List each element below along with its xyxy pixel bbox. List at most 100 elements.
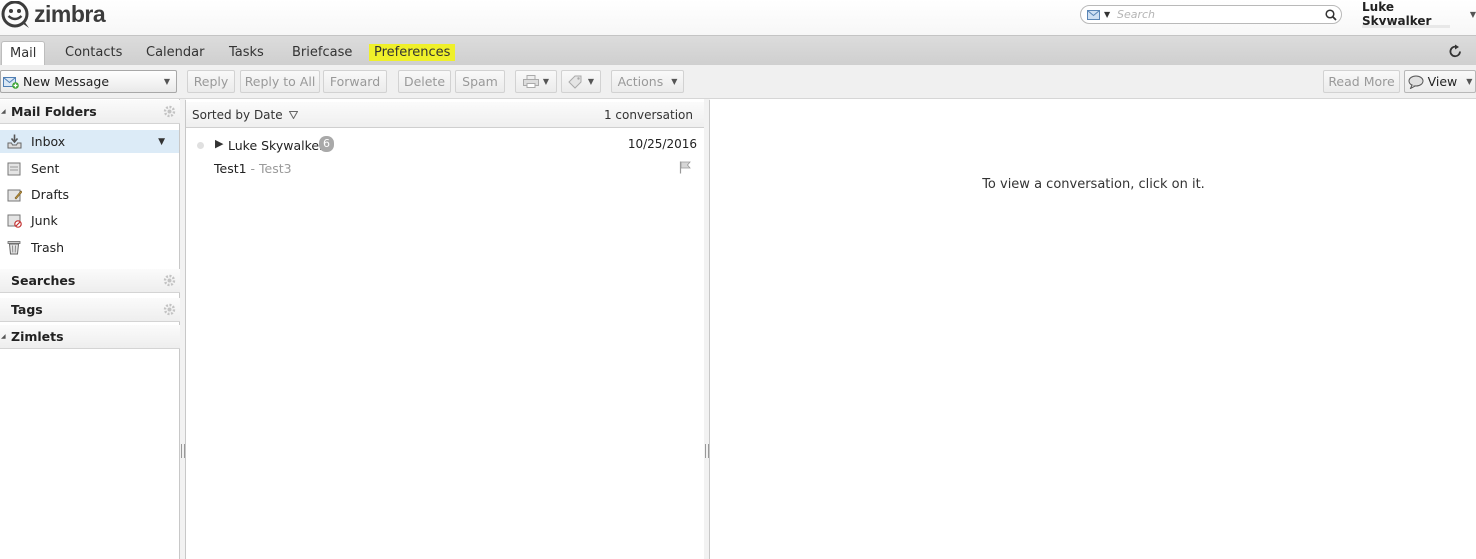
- mail-folders-label: Mail Folders: [11, 104, 97, 119]
- folder-item-trash[interactable]: Trash: [0, 236, 179, 259]
- mail-icon: [1087, 9, 1100, 20]
- top-header: zimbra ▼ Luke Skywalker ▼: [0, 0, 1476, 35]
- reading-pane-empty-message: To view a conversation, click on it.: [982, 177, 1205, 192]
- zimbra-logo[interactable]: zimbra: [0, 0, 106, 30]
- mail-folders-header[interactable]: ◢ Mail Folders: [0, 100, 180, 124]
- junk-icon: [6, 213, 22, 229]
- refresh-icon: [1449, 44, 1461, 57]
- search-scope-dropdown[interactable]: ▼: [1081, 6, 1117, 23]
- folder-label: Junk: [31, 213, 58, 228]
- folder-item-sent[interactable]: Sent: [0, 157, 179, 180]
- chevron-down-icon: ▼: [671, 77, 678, 86]
- new-message-label: New Message: [23, 74, 110, 89]
- view-label: View: [1427, 74, 1458, 89]
- print-button[interactable]: ▼: [515, 70, 557, 93]
- search-box: ▼: [1080, 5, 1342, 24]
- searches-label: Searches: [11, 273, 76, 288]
- reply-label: Reply: [193, 74, 229, 89]
- tab-calendar[interactable]: Calendar: [146, 41, 204, 66]
- spam-button[interactable]: Spam: [455, 70, 505, 93]
- flag-icon[interactable]: [679, 161, 691, 174]
- folder-label: Drafts: [31, 187, 70, 202]
- tab-label: Mail: [10, 46, 37, 61]
- tab-contacts[interactable]: Contacts: [65, 41, 122, 66]
- chevron-down-icon: ▼: [1466, 77, 1473, 86]
- conversation-subject: Test1: [214, 161, 247, 176]
- printer-icon: [522, 75, 539, 88]
- sent-icon: [6, 161, 22, 177]
- chevron-down-icon: ▼: [1469, 9, 1476, 19]
- user-menu[interactable]: Luke Skywalker ▼: [1362, 0, 1476, 28]
- new-message-button[interactable]: New Message ▼: [0, 70, 177, 93]
- tag-button[interactable]: ▼: [561, 70, 601, 93]
- zimlets-header[interactable]: ◢ Zimlets: [0, 325, 180, 349]
- tags-header[interactable]: Tags: [0, 298, 180, 322]
- tab-briefcase[interactable]: Briefcase: [292, 41, 352, 66]
- message-count-badge: 6: [319, 136, 334, 152]
- reply-all-button[interactable]: Reply to All: [240, 70, 320, 93]
- tag-icon: [568, 75, 582, 89]
- tab-label: Calendar: [146, 45, 205, 60]
- search-button[interactable]: [1321, 6, 1341, 23]
- search-icon: [1325, 8, 1337, 21]
- read-status-dot[interactable]: [197, 142, 204, 149]
- user-underline: [1362, 25, 1450, 28]
- speech-bubble-icon: [1408, 75, 1424, 89]
- tags-label: Tags: [11, 302, 43, 317]
- reply-all-label: Reply to All: [244, 74, 316, 89]
- forward-button[interactable]: Forward: [323, 70, 387, 93]
- zimbra-logo-text: zimbra: [34, 0, 106, 27]
- tab-label: Preferences: [369, 44, 456, 61]
- zimbra-logo-icon: [1, 1, 29, 28]
- gear-icon[interactable]: [163, 274, 176, 287]
- drafts-icon: [6, 187, 22, 203]
- delete-label: Delete: [403, 74, 446, 89]
- actions-button[interactable]: Actions ▼: [611, 70, 684, 93]
- tab-label: Briefcase: [292, 45, 353, 60]
- gear-icon[interactable]: [163, 303, 176, 316]
- tab-label: Contacts: [65, 45, 123, 60]
- view-button[interactable]: View ▼: [1404, 70, 1476, 93]
- folder-item-inbox[interactable]: Inbox ▼: [0, 130, 179, 153]
- refresh-button[interactable]: [1446, 42, 1464, 60]
- expand-arrow-icon[interactable]: ▶: [215, 137, 223, 150]
- actions-label: Actions: [617, 74, 664, 89]
- folder-tree-pane: ◢ Mail Folders Inbox ▼ Sent Drafts Junk …: [0, 99, 180, 559]
- spam-label: Spam: [462, 74, 498, 89]
- reply-button[interactable]: Reply: [187, 70, 235, 93]
- tab-mail[interactable]: Mail: [1, 41, 46, 66]
- inbox-icon: [6, 134, 22, 150]
- folder-item-drafts[interactable]: Drafts: [0, 183, 179, 206]
- gear-icon[interactable]: [163, 105, 176, 118]
- list-header: Sorted by Date 1 conversation: [186, 102, 704, 128]
- delete-button[interactable]: Delete: [398, 70, 451, 93]
- zimlets-label: Zimlets: [11, 329, 64, 344]
- searches-header[interactable]: Searches: [0, 269, 180, 293]
- trash-icon: [6, 240, 22, 256]
- collapse-triangle-icon[interactable]: ◢: [0, 333, 10, 340]
- search-input[interactable]: [1117, 7, 1321, 22]
- tab-preferences[interactable]: Preferences: [369, 41, 456, 66]
- sort-descending-icon[interactable]: [288, 110, 298, 119]
- sort-by-date-button[interactable]: Sorted by Date: [192, 108, 283, 122]
- chevron-down-icon: ▼: [163, 77, 170, 86]
- folder-label: Trash: [31, 240, 65, 255]
- message-list-pane: Sorted by Date 1 conversation ▶ Luke Sky…: [185, 100, 705, 559]
- new-message-icon: [3, 76, 19, 89]
- conversation-date: 10/25/2016: [627, 137, 697, 151]
- chevron-down-icon: ▼: [542, 77, 550, 86]
- read-more-label: Read More: [1328, 74, 1395, 89]
- mail-toolbar: New Message ▼ Reply Reply to All Forward…: [0, 65, 1476, 99]
- conversation-row[interactable]: ▶ Luke Skywalker - 6 10/25/2016 Test1 - …: [186, 133, 704, 179]
- app-tab-bar: Mail Contacts Calendar Tasks Briefcase P…: [0, 35, 1476, 66]
- conversation-fragment: - Test3: [246, 161, 292, 176]
- tab-tasks[interactable]: Tasks: [229, 41, 264, 66]
- conversation-sender: Luke Skywalker -: [228, 138, 333, 153]
- chevron-down-icon[interactable]: ▼: [158, 137, 165, 147]
- conversation-count: 1 conversation: [603, 107, 693, 122]
- folder-item-junk[interactable]: Junk: [0, 209, 179, 232]
- collapse-triangle-icon[interactable]: ◢: [0, 108, 10, 115]
- read-more-button[interactable]: Read More: [1323, 70, 1400, 93]
- reading-pane: To view a conversation, click on it.: [709, 100, 1476, 559]
- chevron-down-icon: ▼: [1104, 10, 1111, 19]
